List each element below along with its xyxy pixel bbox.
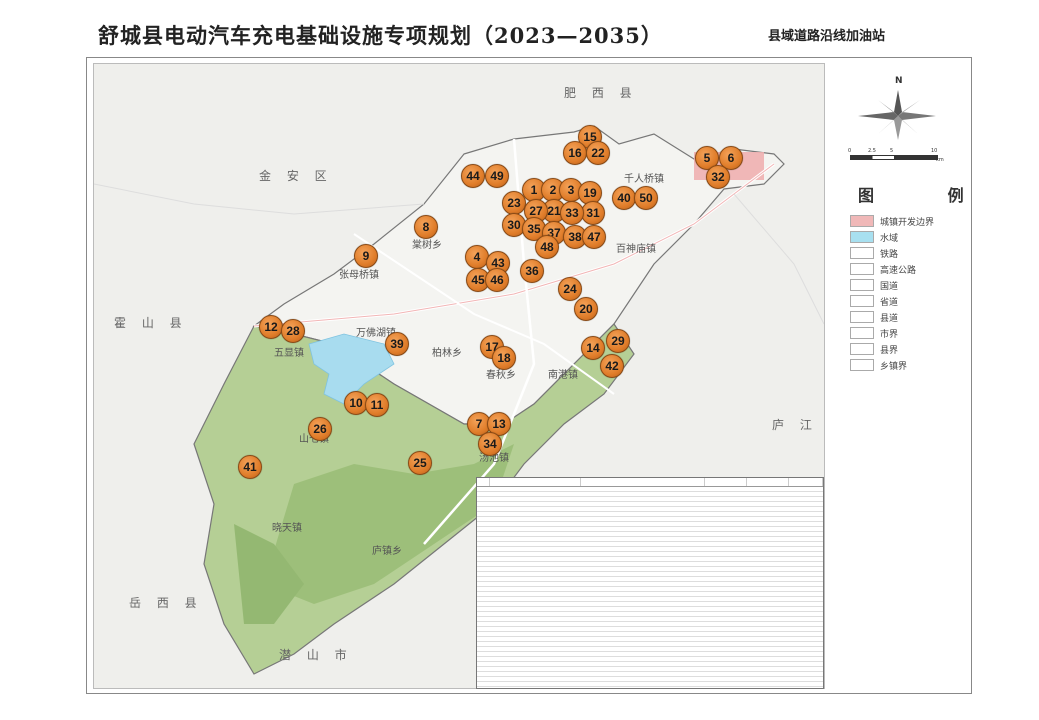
legend-label: 县道 (880, 313, 899, 324)
scale-tick: 5 (890, 148, 894, 154)
legend-item: 县道 (850, 310, 898, 324)
legend-label: 国道 (880, 281, 899, 292)
region-label: 肥 西 县 (564, 86, 638, 100)
legend-swatch (850, 311, 874, 323)
region-label: 霍 山 县 (114, 316, 188, 330)
town-label: 五显镇 (274, 348, 304, 359)
scale-tick: 0 (848, 148, 852, 154)
town-label: 庐镇乡 (372, 546, 402, 557)
station-marker[interactable]: 12 (259, 315, 283, 339)
legend-swatch (850, 263, 874, 275)
north-label: N (895, 76, 903, 86)
station-table (476, 477, 824, 689)
station-marker[interactable]: 14 (581, 336, 605, 360)
region-label: 岳 西 县 (129, 596, 203, 610)
region-label: 金 安 区 (259, 169, 333, 183)
legend-swatch (850, 215, 874, 227)
station-marker[interactable]: 9 (354, 244, 378, 268)
legend-label: 乡镇界 (880, 361, 908, 372)
station-marker[interactable]: 40 (612, 186, 636, 210)
station-marker[interactable]: 50 (634, 186, 658, 210)
legend-item: 高速公路 (850, 262, 916, 276)
town-label: 张母桥镇 (339, 270, 379, 281)
legend-swatch (850, 343, 874, 355)
station-marker[interactable]: 29 (606, 329, 630, 353)
station-marker[interactable]: 22 (586, 141, 610, 165)
station-marker[interactable]: 46 (485, 268, 509, 292)
station-marker[interactable]: 42 (600, 354, 624, 378)
region-label: 庐 江 县 (772, 418, 824, 432)
compass-rose-icon (858, 90, 936, 140)
legend-item: 省道 (850, 294, 898, 308)
station-marker[interactable]: 44 (461, 164, 485, 188)
legend-swatch (850, 327, 874, 339)
station-marker[interactable]: 48 (535, 235, 559, 259)
station-marker[interactable]: 41 (238, 455, 262, 479)
station-marker[interactable]: 11 (365, 393, 389, 417)
legend-item: 市界 (850, 326, 898, 340)
station-marker[interactable]: 31 (581, 201, 605, 225)
station-marker[interactable]: 33 (560, 201, 584, 225)
legend-swatch (850, 359, 874, 371)
station-marker[interactable]: 8 (414, 215, 438, 239)
station-marker[interactable]: 49 (485, 164, 509, 188)
legend-label: 高速公路 (880, 265, 917, 276)
town-label: 柏林乡 (432, 348, 462, 359)
legend-label: 省道 (880, 297, 899, 308)
station-marker[interactable]: 16 (563, 141, 587, 165)
legend-item: 铁路 (850, 246, 898, 260)
table-row (477, 687, 823, 688)
station-marker[interactable]: 39 (385, 332, 409, 356)
station-marker[interactable]: 18 (492, 346, 516, 370)
station-marker[interactable]: 34 (478, 432, 502, 456)
scale-unit: km (936, 157, 944, 163)
town-label: 百神庙镇 (616, 244, 656, 255)
station-marker[interactable]: 32 (706, 165, 730, 189)
legend-label: 铁路 (880, 249, 899, 260)
legend-item: 国道 (850, 278, 898, 292)
station-marker[interactable]: 23 (502, 191, 526, 215)
legend-label: 市界 (880, 329, 899, 340)
legend-title: 图 例 (858, 186, 998, 205)
legend-item: 水域 (850, 230, 898, 244)
legend-item: 乡镇界 (850, 358, 907, 372)
scale-tick: 2.5 (868, 148, 876, 154)
town-label: 晓天镇 (272, 523, 302, 534)
town-label: 南港镇 (548, 370, 578, 381)
station-marker[interactable]: 24 (558, 277, 582, 301)
station-marker[interactable]: 36 (520, 259, 544, 283)
table-header (477, 478, 823, 487)
station-marker[interactable]: 20 (574, 297, 598, 321)
legend-item: 县界 (850, 342, 898, 356)
scale-bar (850, 155, 938, 160)
map-title: 舒城县电动汽车充电基础设施专项规划（2023—2035） (98, 23, 663, 48)
station-marker[interactable]: 47 (582, 225, 606, 249)
legend-label: 水域 (880, 233, 899, 244)
table-body (477, 487, 823, 688)
station-marker[interactable]: 25 (408, 451, 432, 475)
legend-swatch (850, 231, 874, 243)
map-subtitle: 县域道路沿线加油站 (768, 29, 886, 44)
station-marker[interactable]: 26 (308, 417, 332, 441)
region-label: 潜 山 市 (279, 648, 353, 662)
town-label: 千人桥镇 (624, 174, 664, 185)
station-marker[interactable]: 28 (281, 319, 305, 343)
legend-swatch (850, 247, 874, 259)
legend-swatch (850, 295, 874, 307)
scale-tick: 10 (931, 148, 938, 154)
legend-label: 县界 (880, 345, 899, 356)
legend-label: 城镇开发边界 (880, 217, 935, 228)
legend-item: 城镇开发边界 (850, 214, 934, 228)
legend-swatch (850, 279, 874, 291)
